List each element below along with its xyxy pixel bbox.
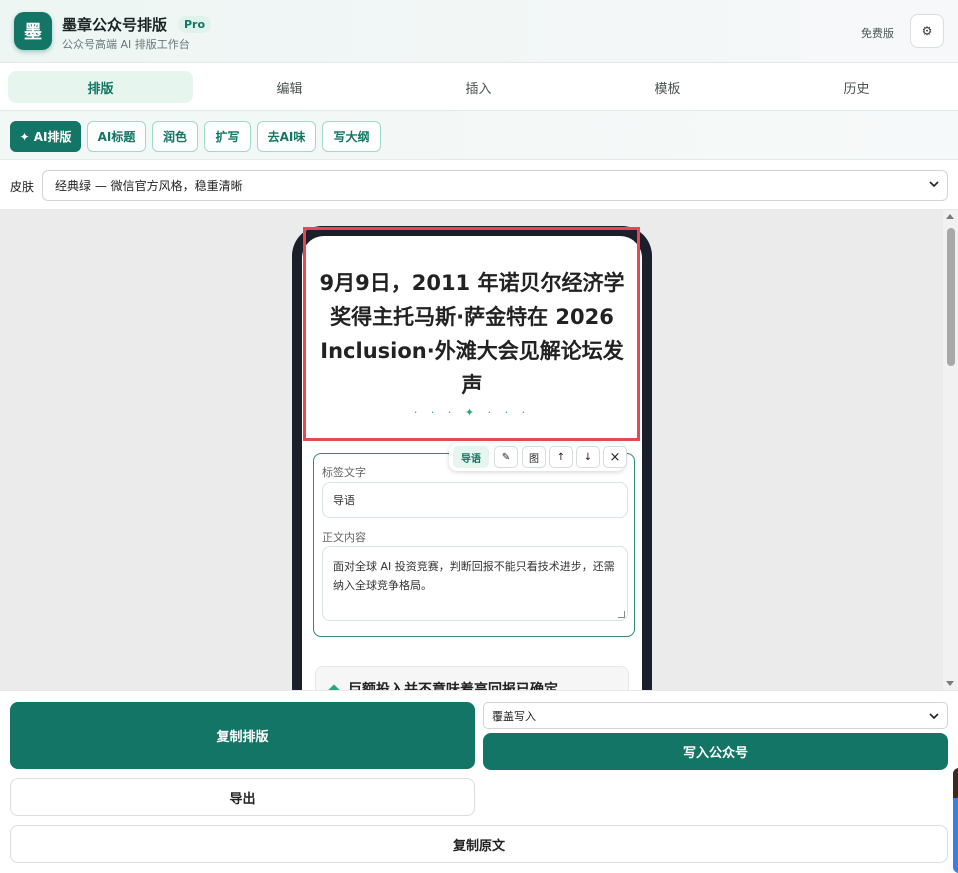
copy-layout-button[interactable]: 复制排版 — [10, 702, 475, 769]
ai-toolbar: ✦ AI排版 AI标题 润色 扩写 去AI味 写大纲 — [0, 111, 958, 160]
phone-screen: 9月9日，2011 年诺贝尔经济学奖得主托马斯·萨金特在 2026 Inclus… — [302, 236, 642, 690]
write-mode-select[interactable]: 覆盖写入 — [483, 702, 948, 729]
body-content-textarea[interactable]: 面对全球 AI 投资竞赛，判断回报不能只看技术进步，还需纳入全球竞争格局。 — [322, 546, 628, 621]
app-subtitle: 公众号高端 AI 排版工作台 — [62, 38, 190, 51]
side-widget-avatar — [953, 768, 958, 798]
scroll-thumb[interactable] — [947, 228, 955, 366]
action-bar: 复制排版 覆盖写入 写入公众号 导出 复制原文 — [0, 690, 958, 873]
block-tag-button[interactable]: 导语 — [453, 446, 489, 468]
label-text-input[interactable]: 导语 — [322, 482, 628, 518]
tab-insert[interactable]: 插入 — [386, 71, 571, 103]
gear-icon: ⚙ — [921, 24, 933, 38]
app-logo: 墨 — [14, 12, 52, 50]
tab-history[interactable]: 历史 — [764, 71, 949, 103]
de-ai-button[interactable]: 去AI味 — [257, 121, 316, 152]
write-mode-value: 覆盖写入 — [492, 709, 536, 723]
outline-button[interactable]: 写大纲 — [322, 121, 381, 152]
scroll-up-arrow-icon[interactable] — [946, 214, 954, 219]
edit-pen-icon[interactable]: ✎ — [494, 446, 518, 468]
chevron-down-icon — [929, 713, 939, 720]
app-title: 墨章公众号排版 — [62, 16, 168, 34]
skin-select[interactable]: 经典绿 — 微信官方风格，稳重清晰 — [42, 170, 948, 201]
move-down-icon[interactable]: ↓ — [576, 446, 600, 468]
skin-label: 皮肤 — [10, 180, 35, 194]
settings-button[interactable]: ⚙ — [910, 14, 944, 48]
body-content-text: 面对全球 AI 投资竞赛，判断回报不能只看技术进步，还需纳入全球竞争格局。 — [333, 560, 615, 592]
preview-area[interactable]: 9月9日，2011 年诺贝尔经济学奖得主托马斯·萨金特在 2026 Inclus… — [0, 210, 958, 690]
title-ornament: · · · ✦ · · · — [413, 406, 531, 419]
tab-templates[interactable]: 模板 — [575, 71, 760, 103]
preview-scrollbar[interactable] — [943, 210, 958, 690]
block-toolbar: 导语 ✎ 图 ↑ ↓ × — [449, 443, 627, 471]
body-field-title: 正文内容 — [322, 531, 366, 544]
write-to-wechat-button[interactable]: 写入公众号 — [483, 733, 948, 770]
article-title[interactable]: 9月9日，2011 年诺贝尔经济学奖得主托马斯·萨金特在 2026 Inclus… — [312, 266, 632, 402]
expand-button[interactable]: 扩写 — [204, 121, 251, 152]
plan-label[interactable]: 免费版 — [861, 25, 894, 41]
label-field-title: 标签文字 — [322, 466, 366, 479]
phone-frame: 9月9日，2011 年诺贝尔经济学奖得主托马斯·萨金特在 2026 Inclus… — [292, 226, 652, 690]
pro-badge: Pro — [178, 16, 212, 33]
ai-layout-button[interactable]: ✦ AI排版 — [10, 121, 81, 152]
resize-handle[interactable] — [618, 611, 625, 618]
skin-selected-value: 经典绿 — 微信官方风格，稳重清晰 — [55, 179, 243, 193]
intro-block-editor: 标签文字 导语 正文内容 面对全球 AI 投资竞赛，判断回报不能只看技术进步，还… — [313, 453, 635, 637]
skin-row: 皮肤 经典绿 — 微信官方风格，稳重清晰 — [0, 160, 958, 210]
section-heading-text: 巨额投入并不意味着高回报已确定 — [348, 682, 558, 690]
section-heading-card[interactable]: 巨额投入并不意味着高回报已确定 — [315, 666, 629, 690]
image-button[interactable]: 图 — [522, 446, 546, 468]
move-up-icon[interactable]: ↑ — [549, 446, 573, 468]
ai-title-button[interactable]: AI标题 — [87, 121, 146, 152]
copy-raw-button[interactable]: 复制原文 — [10, 825, 948, 863]
tab-edit[interactable]: 编辑 — [197, 71, 382, 103]
tab-layout[interactable]: 排版 — [8, 71, 193, 103]
export-button[interactable]: 导出 — [10, 778, 475, 816]
close-icon[interactable]: × — [603, 446, 627, 468]
polish-button[interactable]: 润色 — [152, 121, 198, 152]
chevron-down-icon — [929, 181, 939, 188]
main-tabs: 排版 编辑 插入 模板 历史 — [0, 63, 958, 111]
scroll-down-arrow-icon[interactable] — [946, 681, 954, 686]
app-header: 墨 墨章公众号排版 Pro 公众号高端 AI 排版工作台 免费版 ⚙ — [0, 0, 958, 63]
section-heading: 巨额投入并不意味着高回报已确定 — [328, 679, 558, 690]
